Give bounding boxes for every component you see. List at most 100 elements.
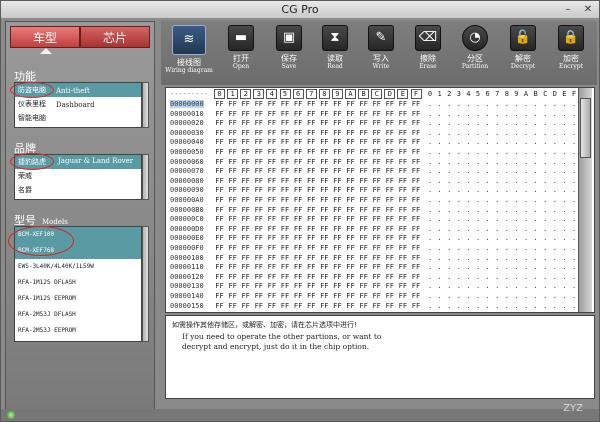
hex-byte[interactable]: FF [396, 158, 409, 166]
hex-byte[interactable]: FF [331, 282, 344, 290]
hex-byte[interactable]: FF [305, 177, 318, 185]
hex-byte[interactable]: FF [265, 215, 278, 223]
hex-byte[interactable]: FF [370, 302, 383, 310]
hex-byte[interactable]: FF [279, 100, 292, 108]
hex-byte[interactable]: FF [213, 167, 226, 175]
hex-byte[interactable]: FF [370, 167, 383, 175]
hex-byte[interactable]: FF [396, 292, 409, 300]
hex-byte[interactable]: FF [226, 196, 239, 204]
hex-byte[interactable]: FF [226, 158, 239, 166]
save-button[interactable]: ▣ 保存 Save [269, 25, 309, 83]
hex-byte[interactable]: FF [331, 177, 344, 185]
hex-byte[interactable]: FF [370, 254, 383, 262]
hex-byte[interactable]: FF [252, 158, 265, 166]
hex-byte[interactable]: FF [318, 177, 331, 185]
hex-byte[interactable]: FF [265, 225, 278, 233]
model-item[interactable]: RFA-1M12S DFLASH [15, 275, 141, 291]
hex-byte[interactable]: FF [292, 119, 305, 127]
hex-byte[interactable]: FF [410, 206, 423, 214]
hex-byte[interactable]: FF [252, 138, 265, 146]
hex-byte[interactable]: FF [344, 282, 357, 290]
hex-scrollbar[interactable] [578, 88, 592, 312]
hex-byte[interactable]: FF [226, 263, 239, 271]
hex-byte[interactable]: FF [357, 167, 370, 175]
hex-byte[interactable]: FF [265, 119, 278, 127]
hex-byte[interactable]: FF [305, 167, 318, 175]
hex-byte[interactable]: FF [344, 110, 357, 118]
model-item[interactable]: RFA-2M53J EEPROM [15, 323, 141, 339]
hex-byte[interactable]: FF [396, 254, 409, 262]
hex-byte[interactable]: FF [305, 263, 318, 271]
hex-byte[interactable]: FF [370, 273, 383, 281]
hex-byte[interactable]: FF [265, 234, 278, 242]
hex-byte[interactable]: FF [292, 292, 305, 300]
hex-byte[interactable]: FF [213, 302, 226, 310]
hex-byte[interactable]: FF [265, 158, 278, 166]
hex-byte[interactable]: FF [239, 225, 252, 233]
hex-byte[interactable]: FF [318, 254, 331, 262]
hex-byte[interactable]: FF [344, 215, 357, 223]
model-scrollbar[interactable] [142, 226, 149, 342]
hex-byte[interactable]: FF [226, 292, 239, 300]
hex-byte[interactable]: FF [370, 186, 383, 194]
hex-byte[interactable]: FF [305, 292, 318, 300]
hex-byte[interactable]: FF [331, 110, 344, 118]
hex-byte[interactable]: FF [410, 215, 423, 223]
hex-byte[interactable]: FF [396, 282, 409, 290]
hex-byte[interactable]: FF [292, 186, 305, 194]
hex-byte[interactable]: FF [305, 302, 318, 310]
hex-byte[interactable]: FF [383, 100, 396, 108]
hex-byte[interactable]: FF [292, 138, 305, 146]
hex-byte[interactable]: FF [318, 138, 331, 146]
hex-byte[interactable]: FF [410, 292, 423, 300]
hex-byte[interactable]: FF [305, 273, 318, 281]
hex-byte[interactable]: FF [318, 244, 331, 252]
hex-byte[interactable]: FF [370, 234, 383, 242]
minimize-button[interactable]: – [561, 3, 575, 16]
hex-byte[interactable]: FF [318, 225, 331, 233]
hex-byte[interactable]: FF [396, 138, 409, 146]
hex-byte[interactable]: FF [357, 119, 370, 127]
hex-byte[interactable]: FF [383, 196, 396, 204]
hex-byte[interactable]: FF [410, 225, 423, 233]
hex-byte[interactable]: FF [292, 282, 305, 290]
hex-byte[interactable]: FF [292, 110, 305, 118]
hex-byte[interactable]: FF [305, 148, 318, 156]
hex-byte[interactable]: FF [318, 273, 331, 281]
hex-byte[interactable]: FF [344, 148, 357, 156]
tab-vehicle[interactable]: 车型 [10, 26, 80, 48]
hex-byte[interactable]: FF [279, 138, 292, 146]
hex-byte[interactable]: FF [305, 158, 318, 166]
hex-byte[interactable]: FF [410, 110, 423, 118]
hex-byte[interactable]: FF [383, 234, 396, 242]
hex-byte[interactable]: FF [383, 225, 396, 233]
hex-byte[interactable]: FF [265, 110, 278, 118]
hex-byte[interactable]: FF [331, 167, 344, 175]
close-button[interactable]: ✕ [581, 3, 595, 16]
hex-byte[interactable]: FF [357, 273, 370, 281]
hex-byte[interactable]: FF [213, 119, 226, 127]
hex-byte[interactable]: FF [357, 302, 370, 310]
hex-byte[interactable]: FF [226, 206, 239, 214]
open-button[interactable]: ▬ 打开 Open [221, 25, 261, 83]
hex-byte[interactable]: FF [344, 302, 357, 310]
hex-byte[interactable]: FF [226, 273, 239, 281]
hex-byte[interactable]: FF [292, 158, 305, 166]
hex-byte[interactable]: FF [357, 110, 370, 118]
hex-byte[interactable]: FF [252, 254, 265, 262]
hex-byte[interactable]: FF [370, 119, 383, 127]
hex-byte[interactable]: FF [292, 302, 305, 310]
hex-byte[interactable]: FF [226, 215, 239, 223]
hex-byte[interactable]: FF [318, 206, 331, 214]
hex-byte[interactable]: FF [370, 206, 383, 214]
brand-item-mg[interactable]: 名爵 [15, 183, 141, 197]
hex-byte[interactable]: FF [252, 244, 265, 252]
hex-byte[interactable]: FF [252, 273, 265, 281]
hex-byte[interactable]: FF [213, 263, 226, 271]
hex-byte[interactable]: FF [226, 186, 239, 194]
hex-byte[interactable]: FF [396, 186, 409, 194]
hex-byte[interactable]: FF [357, 292, 370, 300]
hex-byte[interactable]: FF [331, 206, 344, 214]
hex-byte[interactable]: FF [265, 263, 278, 271]
hex-byte[interactable]: FF [252, 100, 265, 108]
